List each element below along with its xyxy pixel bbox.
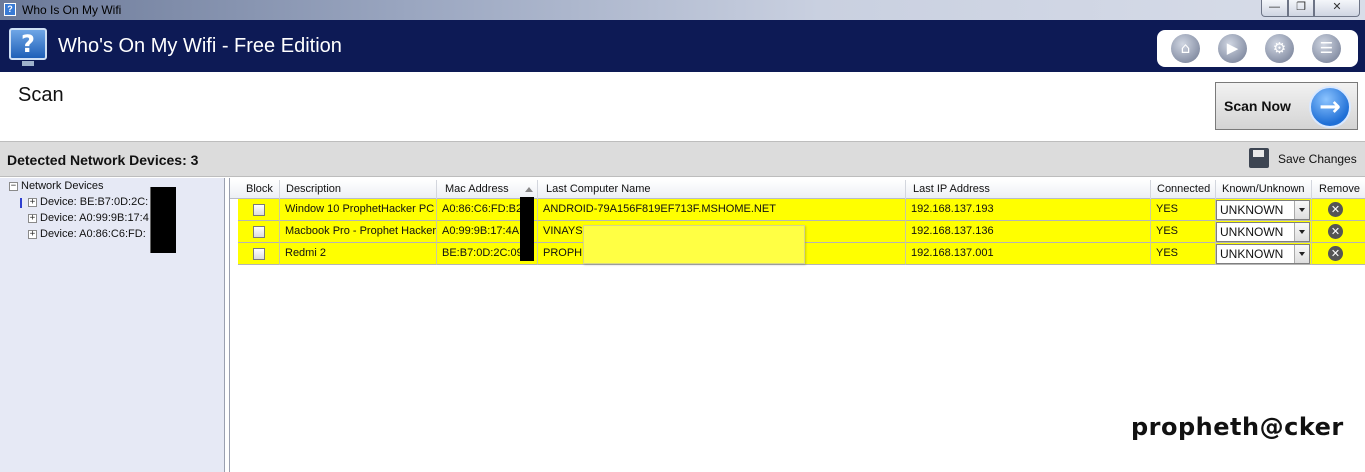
window-titlebar: ? Who Is On My Wifi — ❐ ✕	[0, 0, 1365, 20]
tree-selection-marker	[20, 198, 22, 208]
redaction-overlay	[583, 225, 805, 264]
floppy-disk-icon	[1249, 148, 1269, 168]
app-header: ? Who's On My Wifi - Free Edition ⌂ ▶ ⚙ …	[0, 20, 1365, 72]
description-cell[interactable]: Window 10 ProphetHacker PC	[280, 199, 437, 221]
block-cell	[238, 199, 280, 221]
home-icon[interactable]: ⌂	[1171, 34, 1200, 63]
chevron-down-icon[interactable]	[1294, 245, 1309, 263]
chevron-down-icon[interactable]	[1294, 201, 1309, 219]
redaction-block	[150, 187, 176, 253]
redaction-block	[520, 197, 534, 261]
sort-ascending-icon	[525, 187, 533, 192]
known-unknown-select[interactable]: UNKNOWN	[1216, 244, 1310, 264]
expand-icon[interactable]: +	[28, 197, 37, 207]
window-title: Who Is On My Wifi	[22, 3, 122, 17]
arrow-right-icon: →	[1309, 86, 1351, 128]
known-unknown-cell: UNKNOWN	[1216, 221, 1312, 243]
table-row[interactable]: Window 10 ProphetHacker PC A0:86:C6:FD:B…	[238, 199, 1365, 221]
play-icon[interactable]: ▶	[1218, 34, 1247, 63]
toolbar: ⌂ ▶ ⚙ ☰	[1157, 30, 1358, 67]
device-tree: − Network Devices + Device: BE:B7:0D:2C: +…	[0, 178, 225, 472]
column-header-remove[interactable]: Remove	[1312, 180, 1365, 199]
tree-root-label: Network Devices	[21, 180, 104, 192]
remove-cell: ✕	[1312, 243, 1365, 265]
column-header-last-computer-name[interactable]: Last Computer Name	[538, 180, 906, 199]
last-ip-cell: 192.168.137.001	[906, 243, 1151, 265]
description-cell[interactable]: Redmi 2	[280, 243, 437, 265]
tree-item[interactable]: + Device: BE:B7:0D:2C:	[28, 196, 148, 208]
maximize-button[interactable]: ❐	[1288, 0, 1314, 17]
remove-cell: ✕	[1312, 221, 1365, 243]
connected-cell: YES	[1151, 221, 1216, 243]
collapse-icon[interactable]: −	[9, 181, 18, 191]
remove-icon[interactable]: ✕	[1328, 224, 1343, 239]
page-title: Scan	[18, 84, 64, 106]
connected-cell: YES	[1151, 243, 1216, 265]
last-ip-cell: 192.168.137.136	[906, 221, 1151, 243]
tree-item[interactable]: + Device: A0:86:C6:FD:	[28, 228, 146, 240]
last-computer-name-cell: ANDROID-79A156F819EF713F.MSHOME.NET	[538, 199, 906, 221]
block-checkbox[interactable]	[253, 204, 265, 216]
known-unknown-cell: UNKNOWN	[1216, 199, 1312, 221]
document-icon[interactable]: ☰	[1312, 34, 1341, 63]
logo-stand	[22, 61, 34, 66]
column-header-last-ip[interactable]: Last IP Address	[906, 180, 1151, 199]
app-title: Who's On My Wifi - Free Edition	[58, 35, 342, 57]
tree-item[interactable]: + Device: A0:99:9B:17:4	[28, 212, 149, 224]
known-unknown-value: UNKNOWN	[1220, 203, 1284, 217]
column-header-description[interactable]: Description	[280, 180, 437, 199]
column-header-mac-label: Mac Address	[445, 183, 509, 195]
scan-now-label: Scan Now	[1224, 98, 1291, 114]
block-checkbox[interactable]	[253, 248, 265, 260]
known-unknown-cell: UNKNOWN	[1216, 243, 1312, 265]
remove-cell: ✕	[1312, 199, 1365, 221]
last-ip-cell: 192.168.137.193	[906, 199, 1151, 221]
app-window-icon: ?	[4, 3, 16, 16]
save-changes-label: Save Changes	[1278, 152, 1357, 166]
minimize-button[interactable]: —	[1261, 0, 1288, 17]
expand-icon[interactable]: +	[28, 229, 37, 239]
block-cell	[238, 243, 280, 265]
known-unknown-value: UNKNOWN	[1220, 225, 1284, 239]
block-cell	[238, 221, 280, 243]
scan-now-button[interactable]: Scan Now →	[1215, 82, 1358, 130]
gear-icon[interactable]: ⚙	[1265, 34, 1294, 63]
chevron-down-icon[interactable]	[1294, 223, 1309, 241]
app-logo-icon: ?	[9, 28, 47, 60]
detected-count: Detected Network Devices: 3	[7, 152, 199, 168]
known-unknown-value: UNKNOWN	[1220, 247, 1284, 261]
column-header-known-unknown[interactable]: Known/Unknown	[1216, 180, 1312, 199]
column-header-block[interactable]: Block	[240, 180, 280, 199]
detected-devices-bar: Detected Network Devices: 3 Save Changes	[0, 141, 1365, 177]
column-header-connected[interactable]: Connected	[1151, 180, 1216, 199]
description-cell[interactable]: Macbook Pro - Prophet Hacker	[280, 221, 437, 243]
known-unknown-select[interactable]: UNKNOWN	[1216, 222, 1310, 242]
watermark-text: propheth@cker	[1131, 413, 1344, 441]
remove-icon[interactable]: ✕	[1328, 202, 1343, 217]
tree-item-label: Device: A0:99:9B:17:4	[40, 212, 149, 224]
block-checkbox[interactable]	[253, 226, 265, 238]
grid-header: Block Description Mac Address Last Compu…	[230, 180, 1365, 199]
tree-item-label: Device: A0:86:C6:FD:	[40, 228, 146, 240]
connected-cell: YES	[1151, 199, 1216, 221]
expand-icon[interactable]: +	[28, 213, 37, 223]
close-button[interactable]: ✕	[1314, 0, 1360, 17]
known-unknown-select[interactable]: UNKNOWN	[1216, 200, 1310, 220]
tree-root[interactable]: − Network Devices	[9, 180, 104, 192]
remove-icon[interactable]: ✕	[1328, 246, 1343, 261]
tree-item-label: Device: BE:B7:0D:2C:	[40, 196, 149, 208]
